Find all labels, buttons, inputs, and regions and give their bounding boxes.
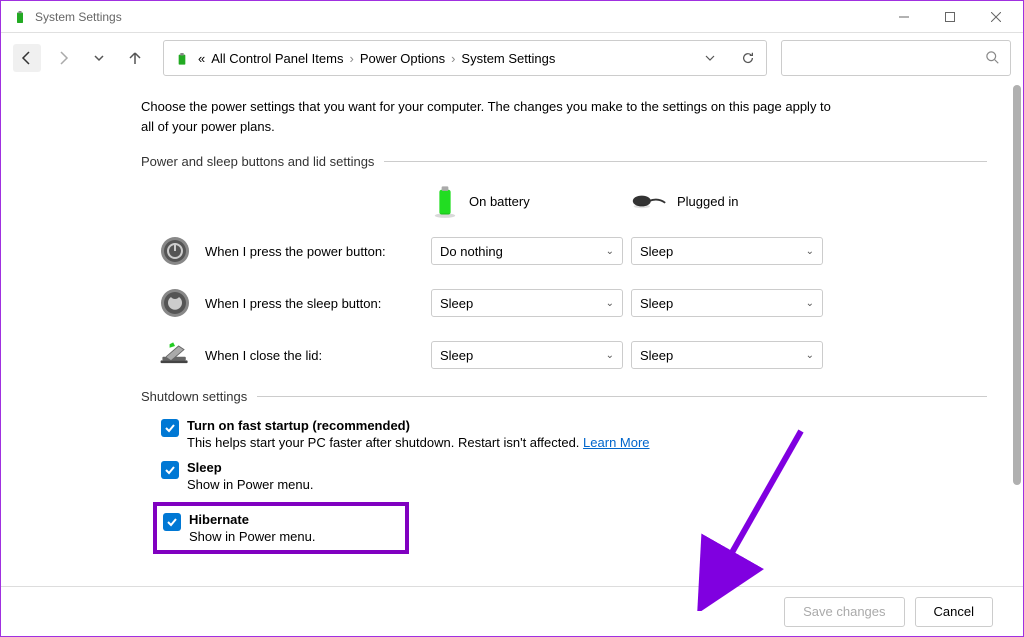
section-header-buttons: Power and sleep buttons and lid settings <box>141 154 987 169</box>
maximize-button[interactable] <box>927 2 973 32</box>
titlebar: System Settings <box>1 1 1023 33</box>
cancel-button[interactable]: Cancel <box>915 597 993 627</box>
learn-more-link[interactable]: Learn More <box>583 435 649 450</box>
row-label: When I press the power button: <box>205 244 431 259</box>
option-fast-startup: Turn on fast startup (recommended) This … <box>161 418 987 450</box>
select-sleep-battery[interactable]: Sleep⌄ <box>431 289 623 317</box>
power-button-icon <box>157 233 193 269</box>
search-input[interactable] <box>781 40 1011 76</box>
save-button[interactable]: Save changes <box>784 597 904 627</box>
select-sleep-plugged[interactable]: Sleep⌄ <box>631 289 823 317</box>
toolbar: « All Control Panel Items › Power Option… <box>1 33 1023 83</box>
mode-label-plugged: Plugged in <box>677 194 738 209</box>
up-button[interactable] <box>121 44 149 72</box>
select-power-battery[interactable]: Do nothing⌄ <box>431 237 623 265</box>
row-power-button: When I press the power button: Do nothin… <box>141 233 987 269</box>
chevron-down-icon: ⌄ <box>606 298 614 309</box>
window-title: System Settings <box>35 10 881 24</box>
breadcrumb-item[interactable]: System Settings <box>461 51 555 66</box>
window-controls <box>881 2 1019 32</box>
scrollbar-thumb[interactable] <box>1013 85 1021 485</box>
section-header-shutdown: Shutdown settings <box>141 389 987 404</box>
content-area: Choose the power settings that you want … <box>1 83 1023 586</box>
row-label: When I press the sleep button: <box>205 296 431 311</box>
option-desc: Show in Power menu. <box>187 477 313 492</box>
mode-label-battery: On battery <box>469 194 530 209</box>
option-desc: This helps start your PC faster after sh… <box>187 435 650 450</box>
option-title: Turn on fast startup (recommended) <box>187 418 650 433</box>
breadcrumb-item[interactable]: All Control Panel Items <box>211 51 343 66</box>
checkbox-fast-startup[interactable] <box>161 419 179 437</box>
option-title: Sleep <box>187 460 313 475</box>
option-hibernate: Hibernate Show in Power menu. <box>163 512 315 544</box>
chevron-right-icon: › <box>451 51 455 66</box>
address-bar[interactable]: « All Control Panel Items › Power Option… <box>163 40 767 76</box>
row-close-lid: When I close the lid: Sleep⌄ Sleep⌄ <box>141 337 987 373</box>
breadcrumb-prefix: « <box>198 51 205 66</box>
address-dropdown[interactable] <box>700 48 720 68</box>
select-lid-battery[interactable]: Sleep⌄ <box>431 341 623 369</box>
intro-text: Choose the power settings that you want … <box>141 97 841 136</box>
recent-dropdown[interactable] <box>85 44 113 72</box>
checkbox-hibernate[interactable] <box>163 513 181 531</box>
chevron-down-icon: ⌄ <box>606 350 614 361</box>
highlight-annotation: Hibernate Show in Power menu. <box>153 502 409 554</box>
chevron-down-icon: ⌄ <box>806 298 814 309</box>
footer: Save changes Cancel <box>1 586 1023 636</box>
option-desc: Show in Power menu. <box>189 529 315 544</box>
search-icon <box>986 51 1000 65</box>
select-lid-plugged[interactable]: Sleep⌄ <box>631 341 823 369</box>
close-button[interactable] <box>973 2 1019 32</box>
select-power-plugged[interactable]: Sleep⌄ <box>631 237 823 265</box>
forward-button[interactable] <box>49 44 77 72</box>
breadcrumb-item[interactable]: Power Options <box>360 51 445 66</box>
option-sleep: Sleep Show in Power menu. <box>161 460 987 492</box>
back-button[interactable] <box>13 44 41 72</box>
plug-icon <box>631 191 667 211</box>
chevron-down-icon: ⌄ <box>806 350 814 361</box>
row-label: When I close the lid: <box>205 348 431 363</box>
chevron-down-icon: ⌄ <box>806 246 814 257</box>
option-title: Hibernate <box>189 512 315 527</box>
sleep-button-icon <box>157 285 193 321</box>
row-sleep-button: When I press the sleep button: Sleep⌄ Sl… <box>141 285 987 321</box>
minimize-button[interactable] <box>881 2 927 32</box>
scrollbar[interactable] <box>1013 85 1021 585</box>
chevron-down-icon: ⌄ <box>606 246 614 257</box>
control-panel-icon <box>172 48 192 68</box>
chevron-right-icon: › <box>349 51 353 66</box>
mode-headers: On battery Plugged in <box>141 183 987 219</box>
battery-icon <box>431 183 459 219</box>
laptop-lid-icon <box>157 337 193 373</box>
checkbox-sleep[interactable] <box>161 461 179 479</box>
app-icon <box>11 8 29 26</box>
refresh-button[interactable] <box>738 48 758 68</box>
